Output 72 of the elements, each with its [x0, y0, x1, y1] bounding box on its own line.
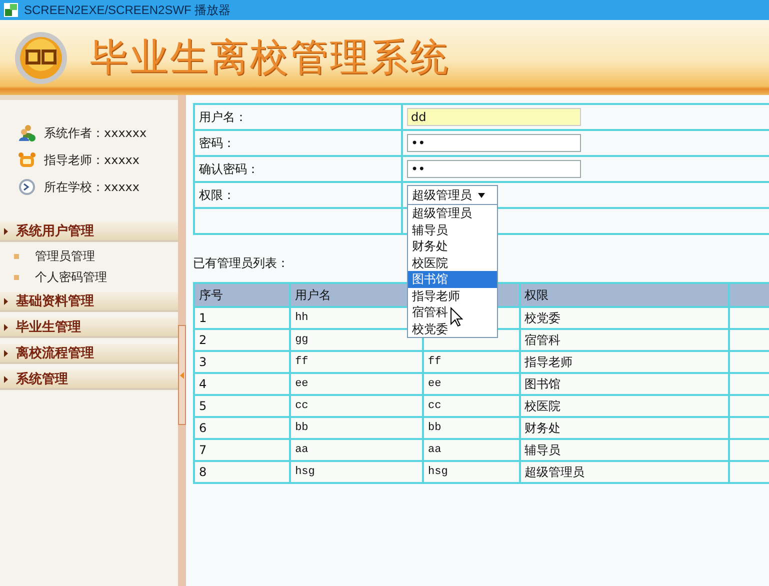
- menu-header[interactable]: 系统管理: [0, 370, 178, 390]
- app-icon: [4, 3, 18, 17]
- table-cell: 辅导员: [520, 439, 729, 461]
- field-label: 密码：: [194, 130, 402, 156]
- table-cell: 8: [194, 461, 290, 483]
- bullet-icon: [14, 275, 19, 280]
- field-label: 用户名：: [194, 104, 402, 130]
- table-cell: 6: [194, 417, 290, 439]
- menu-header[interactable]: 毕业生管理: [0, 318, 178, 338]
- cursor-icon: [450, 307, 463, 327]
- menu-item[interactable]: 个人密码管理: [35, 269, 107, 286]
- dropdown-option[interactable]: 图书馆: [408, 271, 497, 288]
- table-cell: bb: [290, 417, 423, 439]
- table-cell: 图书馆: [520, 373, 729, 395]
- table-cell: 校医院: [520, 395, 729, 417]
- table-cell: 2: [194, 329, 290, 351]
- table-cell: cc: [423, 395, 520, 417]
- caret-icon: [478, 192, 485, 198]
- dropdown-option[interactable]: 超级管理员: [408, 205, 497, 222]
- info-text: 指导老师：xxxxx: [44, 152, 140, 168]
- logo-icon: [14, 30, 68, 84]
- caret-icon: [4, 324, 8, 330]
- table-cell: hsg: [290, 461, 423, 483]
- bullet-icon: [14, 254, 19, 259]
- dropdown-option[interactable]: 指导老师: [408, 288, 497, 304]
- column-header: 权限: [520, 283, 729, 307]
- dropdown-option[interactable]: 校医院: [408, 254, 497, 271]
- caret-icon: [4, 228, 8, 234]
- menu-header[interactable]: 基础资料管理: [0, 292, 178, 312]
- dropdown-option[interactable]: 财务处: [408, 238, 497, 254]
- caret-icon: [4, 298, 8, 304]
- table-cell: 指导老师: [520, 351, 729, 373]
- menu-header[interactable]: 系统用户管理: [0, 222, 178, 242]
- table-cell: 3: [194, 351, 290, 373]
- table-cell: 宿管科: [520, 329, 729, 351]
- table-cell: ee: [290, 373, 423, 395]
- info-text: 所在学校：xxxxx: [44, 178, 140, 196]
- window-title: SCREEN2EXE/SCREEN2SWF 播放器: [24, 2, 231, 18]
- table-cell: hsg: [423, 461, 520, 483]
- table-cell: 超级管理员: [520, 461, 729, 483]
- table-cell: 5: [194, 395, 290, 417]
- table-cell: 4: [194, 373, 290, 395]
- menu-header[interactable]: 离校流程管理: [0, 344, 178, 364]
- info-text: 系统作者：xxxxxx: [44, 124, 147, 142]
- table-cell: ee: [423, 373, 520, 395]
- alarm-clock-icon: [18, 152, 36, 168]
- table-cell: ff: [290, 351, 423, 373]
- input-field[interactable]: ••: [407, 160, 581, 178]
- table-cell: 1: [194, 307, 290, 329]
- table-cell: bb: [423, 417, 520, 439]
- caret-icon: [4, 376, 8, 382]
- splitter-bar[interactable]: [178, 325, 186, 425]
- section-title: 已有管理员列表：: [193, 255, 289, 272]
- table-cell: aa: [290, 439, 423, 461]
- dropdown-option[interactable]: 辅导员: [408, 222, 497, 238]
- table-cell: 财务处: [520, 417, 729, 439]
- table-cell: 7: [194, 439, 290, 461]
- table-cell: cc: [290, 395, 423, 417]
- table-cell: 校党委: [520, 307, 729, 329]
- table-cell: ff: [423, 351, 520, 373]
- input-field[interactable]: dd: [407, 108, 581, 126]
- field-label: 确认密码：: [194, 156, 402, 182]
- column-header: 序号: [194, 283, 290, 307]
- users-icon: [18, 124, 36, 142]
- input-field[interactable]: ••: [407, 134, 581, 152]
- caret-icon: [4, 350, 8, 356]
- table-cell: aa: [423, 439, 520, 461]
- app-title: 毕业生离校管理系统: [90, 34, 450, 81]
- menu-item[interactable]: 管理员管理: [35, 248, 95, 265]
- role-dropdown[interactable]: 超级管理员: [407, 185, 498, 205]
- collapse-arrow-icon: [180, 372, 184, 378]
- field-label: 权限：: [194, 182, 402, 208]
